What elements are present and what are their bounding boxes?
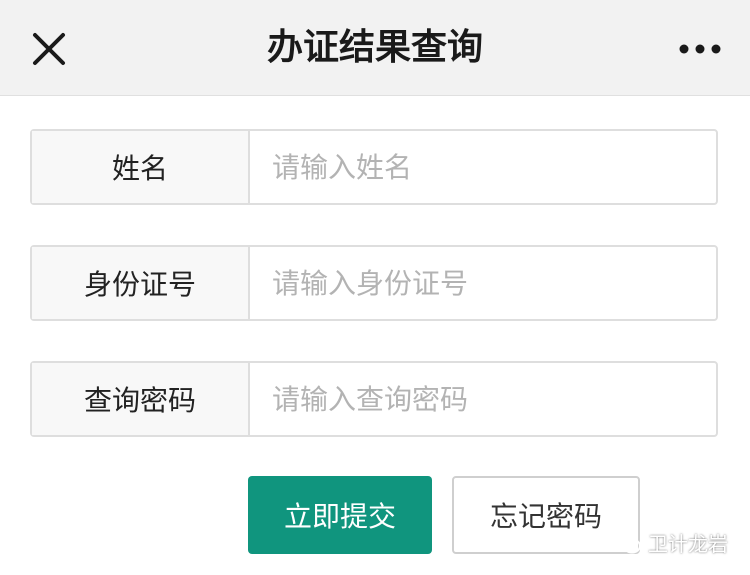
name-row: 姓名 bbox=[30, 129, 718, 205]
more-button[interactable] bbox=[676, 34, 724, 64]
query-password-input[interactable] bbox=[250, 363, 716, 435]
top-bar: 办证结果查询 bbox=[0, 0, 750, 96]
submit-button[interactable]: 立即提交 bbox=[248, 476, 432, 554]
watermark: 卫计龙岩 bbox=[612, 528, 728, 557]
id-number-row: 身份证号 bbox=[30, 245, 718, 321]
page-title: 办证结果查询 bbox=[266, 27, 483, 68]
name-input[interactable] bbox=[250, 131, 716, 203]
wechat-icon bbox=[612, 531, 641, 553]
close-button[interactable] bbox=[28, 28, 70, 70]
query-password-row: 查询密码 bbox=[30, 361, 718, 437]
id-number-label: 身份证号 bbox=[32, 247, 250, 319]
query-password-label: 查询密码 bbox=[32, 363, 250, 435]
close-icon bbox=[33, 33, 65, 65]
id-number-input[interactable] bbox=[250, 247, 716, 319]
name-label: 姓名 bbox=[32, 131, 250, 203]
more-horizontal-icon bbox=[679, 44, 721, 54]
watermark-text: 卫计龙岩 bbox=[648, 532, 728, 556]
